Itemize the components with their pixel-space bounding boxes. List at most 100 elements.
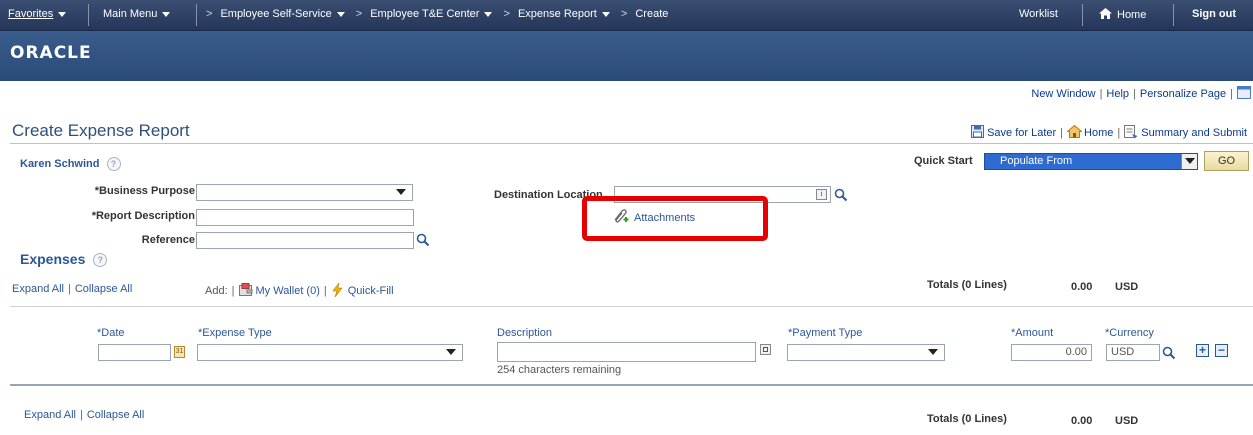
summary-and-submit-link[interactable]: Summary and Submit (1141, 127, 1247, 139)
expand-all-link[interactable]: Expand All (12, 283, 64, 295)
expand-all-link[interactable]: Expand All (24, 409, 76, 421)
oracle-logo: ORACLE (10, 43, 92, 63)
totals-amount: 0.00 (1071, 415, 1093, 427)
divider: | (79, 409, 83, 421)
main-menu[interactable]: Main Menu (103, 8, 171, 20)
expenses-title-label: Expenses (20, 251, 86, 267)
save-icon[interactable] (971, 125, 985, 138)
breadcrumb: > Employee Self-Service > Employee T&E Cen… (206, 8, 668, 20)
expenses-bottom-toolbar: Expand All | Collapse All (24, 409, 144, 421)
new-window-link[interactable]: New Window (1031, 88, 1095, 100)
search-icon[interactable] (834, 188, 848, 202)
home-icon[interactable] (1066, 124, 1083, 138)
help-icon[interactable]: ? (106, 157, 121, 171)
help-link[interactable]: Help (1106, 88, 1129, 100)
summary-icon[interactable] (1124, 125, 1138, 139)
totals-currency: USD (1115, 415, 1139, 427)
home-page-link[interactable]: Home (1084, 127, 1113, 139)
totals-label: Totals (0 Lines) (927, 279, 1007, 291)
search-icon[interactable] (1162, 346, 1176, 360)
amount-input[interactable]: 0.00 (1011, 344, 1092, 361)
quick-start-label: Quick Start (914, 155, 973, 167)
page-links: New Window | Help | Personalize Page | (1031, 86, 1251, 100)
favorites-label: Favorites (8, 8, 54, 20)
characters-remaining: 254 characters remaining (497, 364, 622, 376)
save-for-later-link[interactable]: Save for Later (987, 127, 1056, 139)
divider: | (1230, 88, 1233, 100)
add-toolbar: Add: | My Wallet (0) | Quick-Fill (205, 282, 394, 298)
search-icon[interactable] (416, 233, 430, 247)
totals-amount: 0.00 (1071, 281, 1093, 293)
expenses-section-title: Expenses ? (20, 251, 108, 268)
breadcrumb-employee-self-service[interactable]: Employee Self-Service (220, 8, 331, 20)
collapse-all-link[interactable]: Collapse All (87, 409, 144, 421)
employee-name: Karen Schwind ? (20, 157, 121, 171)
divider: | (1133, 88, 1136, 100)
divider: | (231, 285, 235, 297)
chevron-down-icon[interactable] (336, 11, 345, 17)
business-purpose-select[interactable] (196, 184, 413, 201)
nav-divider (88, 4, 89, 26)
chevron-down-icon[interactable] (601, 11, 610, 17)
payment-type-column-label: *Payment Type (788, 327, 863, 339)
breadcrumb-create: Create (635, 8, 669, 20)
description-column-label: Description (497, 327, 553, 339)
currency-input[interactable]: USD (1106, 344, 1160, 361)
quick-fill-link[interactable]: Quick-Fill (348, 285, 394, 297)
nav-divider (1082, 4, 1083, 26)
add-label: Add: (205, 285, 228, 297)
description-input[interactable] (497, 342, 756, 362)
section-divider (10, 306, 1253, 307)
my-wallet-link[interactable]: My Wallet (0) (256, 285, 320, 297)
quick-start-dropdown-button[interactable] (1181, 154, 1197, 169)
go-button[interactable]: GO (1204, 151, 1249, 171)
favorites-menu[interactable]: Favorites (8, 8, 67, 20)
currency-column-label: *Currency (1105, 327, 1154, 339)
nav-divider (1173, 4, 1174, 26)
page-layout-icon[interactable] (1237, 86, 1251, 99)
breadcrumb-te-center[interactable]: Employee T&E Center (370, 8, 479, 20)
help-icon[interactable]: ? (93, 253, 108, 268)
divider: | (1117, 127, 1121, 139)
nav-divider (196, 4, 197, 26)
chevron-down-icon (928, 349, 938, 355)
employee-name-label: Karen Schwind (20, 157, 100, 170)
delete-row-icon[interactable]: − (1215, 344, 1228, 357)
lookup-prompt-icon[interactable]: i (816, 189, 827, 200)
page-title: Create Expense Report (12, 121, 190, 140)
amount-column-label: *Amount (1011, 327, 1054, 339)
home-label: Home (1117, 9, 1147, 21)
reference-input[interactable] (196, 232, 414, 249)
report-description-input[interactable] (196, 209, 414, 226)
wallet-icon (238, 283, 252, 296)
quick-start-select[interactable]: Populate From (984, 153, 1198, 170)
chevron-down-icon[interactable] (484, 11, 493, 17)
add-row-icon[interactable]: + (1196, 344, 1209, 357)
section-divider (10, 384, 1253, 386)
reference-label: Reference (141, 234, 195, 246)
highlight-box (582, 196, 768, 241)
calendar-icon[interactable]: 31 (174, 346, 185, 358)
top-nav-bar: Favorites Main Menu > Employee Self-Servi… (0, 0, 1253, 31)
divider: | (1060, 127, 1064, 139)
business-purpose-label: *Business Purpose (94, 185, 195, 197)
personalize-page-link[interactable]: Personalize Page (1140, 88, 1226, 100)
section-divider (10, 143, 1253, 144)
collapse-all-link[interactable]: Collapse All (75, 283, 132, 295)
worklist-link[interactable]: Worklist (1019, 8, 1058, 20)
breadcrumb-expense-report[interactable]: Expense Report (518, 8, 597, 20)
totals-currency: USD (1115, 281, 1139, 293)
chevron-down-icon (1185, 158, 1195, 164)
oracle-banner: ORACLE (0, 31, 1253, 81)
date-input[interactable] (98, 344, 171, 361)
divider: | (323, 285, 327, 297)
sign-out-link[interactable]: Sign out (1192, 8, 1236, 20)
expense-type-select[interactable] (197, 344, 463, 361)
home-link[interactable]: Home (1099, 8, 1146, 21)
chevron-right-icon: > (620, 8, 628, 20)
chevron-down-icon (162, 11, 171, 17)
chevron-right-icon: > (355, 8, 363, 20)
chevron-right-icon: > (503, 8, 510, 20)
expand-text-icon[interactable] (760, 344, 771, 355)
payment-type-select[interactable] (787, 344, 945, 361)
